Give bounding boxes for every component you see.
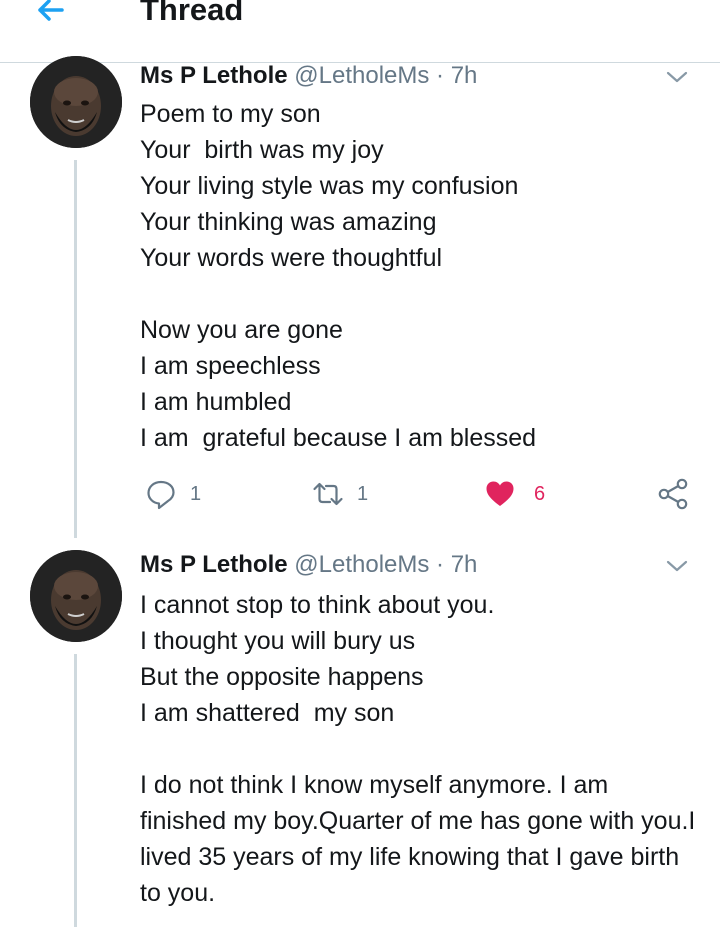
author-name[interactable]: Ms P Lethole — [140, 551, 288, 578]
top-bar: Thread — [0, 0, 720, 63]
thread-connector-line — [74, 160, 77, 538]
separator-dot: · — [436, 551, 445, 578]
tweet-actions: 1 1 6 — [140, 476, 700, 512]
reply-button[interactable]: 1 — [144, 476, 201, 512]
timestamp[interactable]: 7h — [451, 551, 478, 578]
poem-line: Now you are gone — [140, 316, 343, 344]
poem-line: But the opposite happens — [140, 663, 424, 691]
poem-line: I thought you will bury us — [140, 627, 416, 655]
tweet-menu-button[interactable] — [662, 62, 692, 92]
retweet-button[interactable]: 1 — [311, 476, 368, 512]
share-icon — [658, 478, 688, 510]
profile-photo — [30, 56, 122, 148]
poem-line: I am grateful because I am blessed — [140, 424, 537, 452]
heart-icon — [486, 481, 514, 506]
tweet-header: Ms P Lethole @LetholeMs · 7h — [140, 61, 477, 91]
poem-line: Your birth was my joy — [140, 136, 384, 164]
retweet-count: 1 — [357, 482, 369, 505]
tweet-header: Ms P Lethole @LetholeMs · 7h — [140, 550, 477, 580]
author-name[interactable]: Ms P Lethole — [140, 62, 288, 89]
poem-line: Poem to my son — [140, 100, 321, 128]
tweet[interactable]: Ms P Lethole @LetholeMs · 7h I cannot st… — [0, 538, 720, 927]
avatar[interactable] — [30, 550, 122, 642]
tweet-text: I cannot stop to think about you. I thou… — [140, 587, 700, 911]
thread-connector-line — [74, 654, 77, 927]
paragraph: I do not think I know myself anymore. I … — [140, 771, 696, 907]
back-button[interactable] — [30, 0, 74, 32]
poem-line: I cannot stop to think about you. — [140, 591, 495, 619]
retweet-icon — [313, 482, 343, 506]
avatar[interactable] — [30, 56, 122, 148]
stanza-break — [140, 731, 700, 767]
reply-icon — [147, 480, 175, 510]
poem-line: I am humbled — [140, 388, 292, 416]
author-handle[interactable]: @LetholeMs — [294, 551, 429, 578]
chevron-down-icon — [666, 71, 688, 83]
reply-count: 1 — [190, 482, 202, 505]
like-button[interactable]: 6 — [484, 476, 545, 512]
stanza-break — [140, 276, 700, 312]
arrow-left-icon — [38, 0, 64, 21]
poem-line: Your living style was my confusion — [140, 172, 519, 200]
like-count: 6 — [534, 482, 546, 505]
author-handle[interactable]: @LetholeMs — [294, 62, 429, 89]
chevron-down-icon — [666, 560, 688, 572]
share-button[interactable] — [656, 476, 690, 512]
poem-line: Your words were thoughtful — [140, 244, 443, 272]
poem-line: I am speechless — [140, 352, 321, 380]
profile-photo — [30, 550, 122, 642]
separator-dot: · — [436, 62, 445, 89]
tweet-menu-button[interactable] — [662, 551, 692, 581]
tweet-text: Poem to my son Your birth was my joy You… — [140, 96, 700, 456]
timestamp[interactable]: 7h — [451, 62, 478, 89]
poem-line: I am shattered my son — [140, 699, 395, 727]
page-title: Thread — [140, 0, 244, 27]
tweet[interactable]: Ms P Lethole @LetholeMs · 7h Poem to my … — [0, 56, 720, 538]
poem-line: Your thinking was amazing — [140, 208, 437, 236]
